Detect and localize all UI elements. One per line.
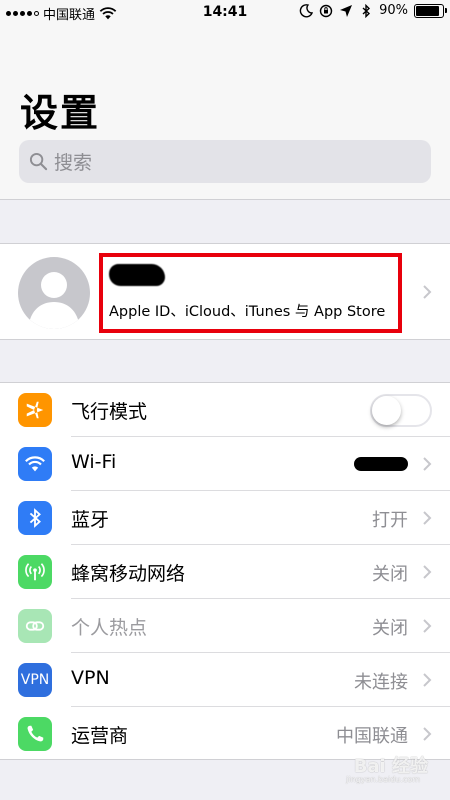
vpn-icon: VPN xyxy=(18,663,52,697)
page-title: 设置 xyxy=(20,91,101,135)
hotspot-icon xyxy=(18,609,52,643)
wifi-icon xyxy=(18,447,52,481)
personal-hotspot-row[interactable]: 个人热点 关闭 xyxy=(0,599,450,653)
row-label: 蓝牙 xyxy=(71,509,110,531)
row-label: 飞行模式 xyxy=(71,401,148,423)
row-label: Wi-Fi xyxy=(71,451,117,473)
row-label: 蜂窝移动网络 xyxy=(71,563,186,585)
bluetooth-icon xyxy=(18,501,52,535)
row-value: 关闭 xyxy=(372,618,408,639)
row-value: 关闭 xyxy=(372,564,408,585)
header-divider xyxy=(0,199,450,200)
chevron-right-icon xyxy=(422,618,432,634)
vpn-row[interactable]: VPN VPN 未连接 xyxy=(0,653,450,707)
apple-id-profile-row[interactable]: Apple ID、iCloud、iTunes 与 App Store xyxy=(0,243,450,340)
settings-list: 飞行模式 Wi-Fi 蓝牙 打开 蜂窝移动网络 关闭 个人热点 关闭 VPN V… xyxy=(0,382,450,760)
row-value: 中国联通 xyxy=(336,726,408,747)
chevron-right-icon xyxy=(422,510,432,526)
chevron-right-icon xyxy=(422,456,432,472)
chevron-right-icon xyxy=(422,672,432,688)
battery-percent: 90% xyxy=(379,3,408,18)
row-label: 运营商 xyxy=(71,725,129,747)
rotation-lock-icon xyxy=(319,4,333,17)
header: 设置 搜索 xyxy=(0,26,450,200)
battery-icon xyxy=(414,3,447,18)
search-input[interactable]: 搜索 xyxy=(19,140,431,183)
avatar xyxy=(18,257,90,329)
wifi-network-redacted xyxy=(354,457,408,471)
cellular-icon xyxy=(18,555,52,589)
bluetooth-status-icon xyxy=(362,3,371,18)
airplane-mode-row[interactable]: 飞行模式 xyxy=(0,383,450,437)
status-right: 90% xyxy=(299,3,447,18)
row-value: 未连接 xyxy=(354,672,408,693)
status-bar: 中国联通 14:41 90% xyxy=(0,0,450,26)
search-icon xyxy=(29,152,48,171)
cellular-row[interactable]: 蜂窝移动网络 关闭 xyxy=(0,545,450,599)
row-label: VPN xyxy=(71,667,110,689)
search-placeholder: 搜索 xyxy=(54,152,93,174)
wifi-row[interactable]: Wi-Fi xyxy=(0,437,450,491)
row-label: 个人热点 xyxy=(71,617,148,639)
vpn-icon-label: VPN xyxy=(20,672,50,688)
chevron-right-icon xyxy=(422,284,432,300)
chevron-right-icon xyxy=(422,726,432,742)
toggle-knob xyxy=(372,396,401,425)
chevron-right-icon xyxy=(422,564,432,580)
location-icon xyxy=(340,4,353,17)
bluetooth-row[interactable]: 蓝牙 打开 xyxy=(0,491,450,545)
battery-fill xyxy=(416,5,440,16)
moon-icon xyxy=(299,3,314,17)
row-value: 打开 xyxy=(372,510,408,531)
highlight-annotation xyxy=(99,253,402,333)
person-silhouette-icon xyxy=(28,272,80,329)
airplane-mode-toggle[interactable] xyxy=(370,394,432,427)
watermark-url: jingyan.baidu.com xyxy=(346,775,420,784)
airplane-icon xyxy=(18,393,52,427)
phone-icon xyxy=(18,717,52,751)
